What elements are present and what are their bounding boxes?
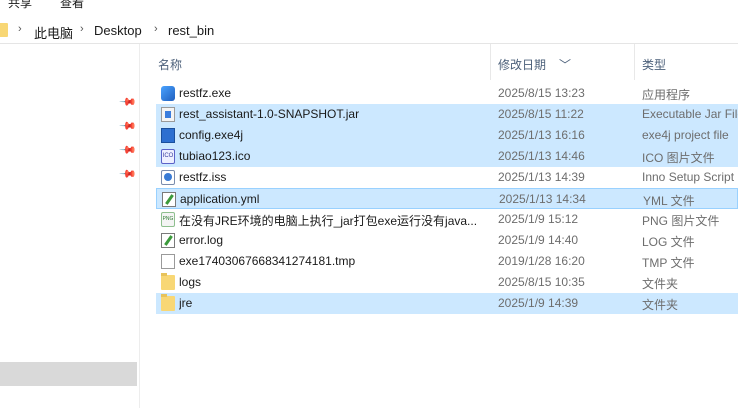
- folder-icon: [161, 273, 175, 290]
- folder-icon: [0, 23, 8, 37]
- file-row[interactable]: jre 2025/1/9 14:39 文件夹: [156, 293, 738, 314]
- file-row[interactable]: PNG 在没有JRE环境的电脑上执行_jar打包exe运行没有java... 2…: [156, 209, 738, 230]
- file-row[interactable]: rest_assistant-1.0-SNAPSHOT.jar 2025/8/1…: [156, 104, 738, 125]
- file-row[interactable]: exe17403067668341274181.tmp 2019/1/28 16…: [156, 251, 738, 272]
- jar-icon: [161, 107, 175, 122]
- address-bar[interactable]: › 此电脑 › Desktop › rest_bin: [0, 16, 738, 44]
- file-type: LOG 文件: [642, 235, 695, 249]
- file-row[interactable]: ICO tubiao123.ico 2025/1/13 14:46 ICO 图片…: [156, 146, 738, 167]
- file-date: 2025/1/13 16:16: [498, 128, 585, 142]
- sort-chevron-icon: ﹀: [559, 58, 572, 72]
- file-row[interactable]: restfz.iss 2025/1/13 14:39 Inno Setup Sc…: [156, 167, 738, 188]
- file-date: 2025/1/13 14:34: [499, 192, 586, 206]
- file-date: 2019/1/28 16:20: [498, 254, 585, 268]
- column-date[interactable]: 修改日期: [498, 56, 546, 73]
- pin-icon[interactable]: 📌: [119, 94, 137, 112]
- chevron-right-icon[interactable]: ›: [80, 23, 84, 35]
- file-date: 2025/8/15 10:35: [498, 275, 585, 289]
- file-name: 在没有JRE环境的电脑上执行_jar打包exe运行没有java...: [179, 214, 478, 228]
- file-type: ICO 图片文件: [642, 151, 715, 165]
- file-date: 2025/1/13 14:46: [498, 149, 585, 163]
- file-type: exe4j project file: [642, 128, 729, 142]
- file-row[interactable]: logs 2025/8/15 10:35 文件夹: [156, 272, 738, 293]
- ico-file-icon: ICO: [161, 149, 175, 164]
- file-name: tubiao123.ico: [179, 149, 251, 163]
- file-row[interactable]: error.log 2025/1/9 14:40 LOG 文件: [156, 230, 738, 251]
- iss-icon: [161, 170, 175, 185]
- log-icon: [161, 233, 175, 248]
- chevron-right-icon[interactable]: ›: [18, 23, 22, 35]
- file-name: error.log: [179, 233, 224, 247]
- breadcrumb-desktop[interactable]: Desktop: [94, 23, 142, 38]
- tab-share[interactable]: 共享: [8, 0, 32, 11]
- file-type: YML 文件: [643, 194, 695, 208]
- chevron-right-icon[interactable]: ›: [154, 23, 158, 35]
- file-name: exe17403067668341274181.tmp: [179, 254, 356, 268]
- file-date: 2025/1/9 15:12: [498, 212, 579, 226]
- pin-icon[interactable]: 📌: [119, 166, 137, 184]
- pin-icon[interactable]: 📌: [119, 118, 137, 136]
- ribbon-tabs: 共享 查看: [0, 0, 738, 14]
- file-date: 2025/8/15 13:23: [498, 86, 585, 100]
- exe-icon: [161, 86, 175, 101]
- file-type: Executable Jar File: [642, 107, 738, 121]
- file-name: config.exe4j: [179, 128, 244, 142]
- file-name: restfz.exe: [179, 86, 232, 100]
- file-name: application.yml: [180, 192, 260, 206]
- file-date: 2025/1/13 14:39: [498, 170, 585, 184]
- file-row[interactable]: config.exe4j 2025/1/13 16:16 exe4j proje…: [156, 125, 738, 146]
- file-name: restfz.iss: [179, 170, 227, 184]
- column-divider[interactable]: [634, 44, 635, 80]
- tab-view[interactable]: 查看: [60, 0, 84, 11]
- pin-icon[interactable]: 📌: [119, 142, 137, 160]
- column-divider[interactable]: [490, 44, 491, 80]
- navigation-pane[interactable]: 📌 📌 📌 📌: [0, 44, 140, 408]
- breadcrumb-this-pc[interactable]: 此电脑: [34, 23, 73, 42]
- file-name: jre: [179, 296, 193, 310]
- nav-item-selected[interactable]: [0, 362, 137, 386]
- png-icon: PNG: [161, 212, 175, 227]
- file-type: 应用程序: [642, 88, 691, 102]
- file-name: rest_assistant-1.0-SNAPSHOT.jar: [179, 107, 360, 121]
- column-name[interactable]: 名称: [158, 56, 182, 73]
- exe4j-icon: [161, 128, 175, 143]
- column-type[interactable]: 类型: [642, 56, 666, 73]
- file-date: 2025/1/9 14:40: [498, 233, 579, 247]
- file-type: 文件夹: [642, 298, 679, 312]
- file-type: TMP 文件: [642, 256, 695, 270]
- yml-icon: [162, 192, 176, 207]
- file-type: PNG 图片文件: [642, 214, 720, 228]
- column-header: 名称 修改日期 ﹀ 类型: [141, 44, 738, 80]
- file-type: Inno Setup Script: [642, 170, 735, 184]
- file-type: 文件夹: [642, 277, 679, 291]
- file-date: 2025/8/15 11:22: [498, 107, 584, 121]
- file-row[interactable]: application.yml 2025/1/13 14:34 YML 文件: [156, 188, 738, 209]
- breadcrumb-rest-bin[interactable]: rest_bin: [168, 23, 214, 38]
- tmp-file-icon: [161, 254, 175, 269]
- file-date: 2025/1/9 14:39: [498, 296, 579, 310]
- file-row[interactable]: restfz.exe 2025/8/15 13:23 应用程序: [156, 83, 738, 104]
- folder-icon: [161, 294, 175, 311]
- file-name: logs: [179, 275, 202, 289]
